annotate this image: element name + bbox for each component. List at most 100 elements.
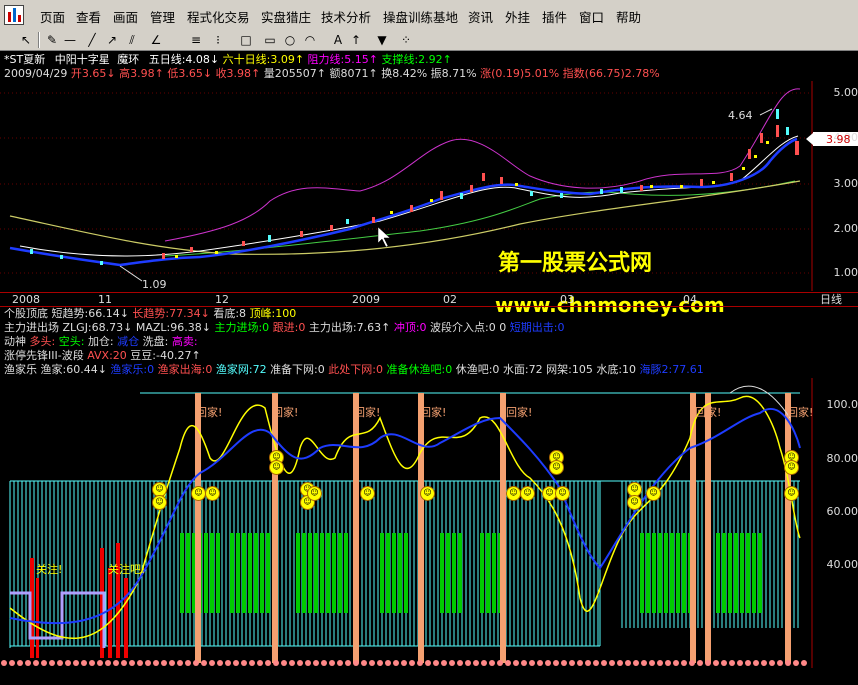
chart-area[interactable]: *ST夏新 中阳十字星 魔环 五日线:4.08↓ 六十日线:3.09↑ 阻力线:… [0, 51, 858, 685]
dot [313, 660, 319, 666]
menu-help[interactable]: 帮助 [616, 7, 641, 26]
max-min-pointers [119, 108, 773, 282]
ind5-yujiale: 渔家乐:0 [110, 363, 155, 376]
ind2-entry-point: 波段介入点:0 [430, 321, 496, 334]
ind1-top: 顶峰:100 [249, 307, 297, 320]
dot [433, 660, 439, 666]
arrow-line-icon[interactable]: ↗ [104, 32, 120, 48]
rect2-icon[interactable]: ▭ [262, 32, 278, 48]
dot [393, 660, 399, 666]
dot [161, 660, 167, 666]
price-tick-2: 2.00 [833, 222, 858, 235]
indicator-row-5: 渔家乐 渔家:60.44↓ 渔家乐:0 渔家出海:0 渔家网:72 准备下网:0… [4, 363, 704, 376]
hline-icon[interactable]: — [62, 32, 78, 48]
period-label[interactable]: 日线 [820, 293, 842, 306]
down-icon[interactable]: ▼ [374, 32, 390, 48]
quote-low: 低3.65 [167, 67, 203, 80]
smiley-icon: ☺ [420, 486, 435, 501]
dot [321, 660, 327, 666]
dot [497, 660, 503, 666]
dot [777, 660, 783, 666]
green-bar [260, 533, 264, 613]
indicator-name: 中阳十字星 [54, 53, 110, 66]
dot [81, 660, 87, 666]
quote-open: 开3.65 [70, 67, 107, 80]
ind5-net: 渔家网:72 [215, 363, 267, 376]
pen-icon[interactable]: ✎ [44, 32, 60, 48]
menu-view[interactable]: 查看 [76, 7, 101, 26]
dot [329, 660, 335, 666]
line-icon[interactable]: ╱ [84, 32, 100, 48]
home-label: 回家! [787, 406, 814, 419]
arrow-icon[interactable]: ↑ [348, 32, 364, 48]
ind2-name: 主力进出场 [4, 321, 59, 334]
green-bar [664, 533, 668, 613]
menu-page[interactable]: 页面 [40, 7, 65, 26]
dot [33, 660, 39, 666]
date-axis: 2008 11 12 2009 02 03 04 日线 [0, 292, 858, 307]
ind5-frame: 网架:105 [546, 363, 593, 376]
indicator-item2: 魔环 [117, 53, 140, 66]
dot [65, 660, 71, 666]
ind4-avx: AVX:20 [87, 349, 127, 362]
arc-icon[interactable]: ◠ [302, 32, 318, 48]
ind1-bottom: 看底:8 [213, 307, 247, 320]
text-tool-icon[interactable]: A [330, 32, 346, 48]
channel-icon[interactable]: ⫽ [124, 32, 140, 48]
ind2-zero: 0 [499, 321, 507, 334]
dot [145, 660, 151, 666]
menu-canvas[interactable]: 画面 [113, 7, 138, 26]
menu-hunt-dealer[interactable]: 实盘猎庄 [261, 7, 311, 26]
menu-program-trading[interactable]: 程式化交易 [187, 7, 250, 26]
dot [785, 660, 791, 666]
green-bar [314, 533, 318, 613]
dot [753, 660, 759, 666]
menu-manage[interactable]: 管理 [150, 7, 175, 26]
palette-icon[interactable]: ⁘ [398, 32, 414, 48]
green-bar [658, 533, 662, 613]
smiley-icon: ☺ [269, 460, 284, 475]
home-label: 回家! [506, 406, 533, 419]
orange-spike [418, 393, 424, 663]
menu-training[interactable]: 操盘训练基地 [383, 7, 458, 26]
dot [441, 660, 447, 666]
dot [713, 660, 719, 666]
smiley-icon: ☺ [191, 486, 206, 501]
dot [553, 660, 559, 666]
fib-icon[interactable]: ⁝ [210, 32, 226, 48]
green-bar [380, 533, 384, 613]
angle-icon[interactable]: ∠ [148, 32, 164, 48]
green-bar [752, 533, 756, 613]
menu-news[interactable]: 资讯 [468, 7, 493, 26]
green-bar [296, 533, 300, 613]
menu-window[interactable]: 窗口 [579, 7, 604, 26]
dot [57, 660, 63, 666]
menu-plugin-ext[interactable]: 外挂 [505, 7, 530, 26]
pointer-icon[interactable]: ↖ [18, 32, 34, 48]
green-bar [676, 533, 680, 613]
date-11: 11 [98, 293, 112, 306]
parallel-icon[interactable]: ≡ [188, 32, 204, 48]
rect-icon[interactable]: □ [238, 32, 254, 48]
lower-tick-80: 80.00 [826, 452, 858, 465]
lower-indicator-chart[interactable] [0, 378, 858, 668]
menu-plugins[interactable]: 插件 [542, 7, 567, 26]
date-04: 04 [683, 293, 697, 306]
ind2-enter: 主力进场:0 [214, 321, 270, 334]
ma60-value: 六十日线:3.09 [222, 53, 295, 66]
home-label: 回家! [196, 406, 223, 419]
dot [129, 660, 135, 666]
green-bar [332, 533, 336, 613]
dot [689, 660, 695, 666]
home-label: 回家! [420, 406, 447, 419]
ellipse-icon[interactable]: ○ [282, 32, 298, 48]
green-bar [716, 533, 720, 613]
green-bar [740, 533, 744, 613]
dot [649, 660, 655, 666]
green-bar [452, 533, 456, 613]
app-icon[interactable] [4, 5, 24, 25]
menu-tech-analysis[interactable]: 技术分析 [321, 7, 371, 26]
green-bar [446, 533, 450, 613]
green-bar [266, 533, 270, 613]
green-bar [746, 533, 750, 613]
